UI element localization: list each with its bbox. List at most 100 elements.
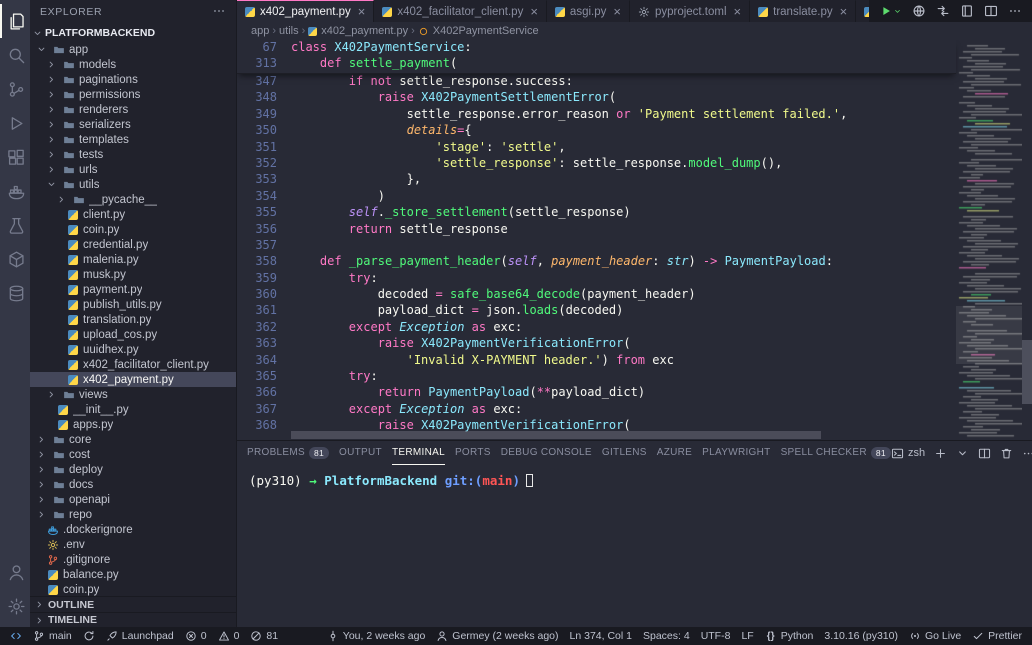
tab-x402-facilitator-client[interactable]: x402_facilitator_client.py× bbox=[374, 0, 547, 22]
sync-status[interactable] bbox=[83, 630, 95, 642]
minimap[interactable] bbox=[956, 40, 1022, 440]
spell-checker-status[interactable]: 81 bbox=[250, 630, 278, 642]
sidebar-more-actions-icon[interactable] bbox=[212, 4, 226, 21]
tree-item-apps-py[interactable]: apps.py bbox=[30, 417, 236, 432]
new-terminal-icon[interactable] bbox=[934, 447, 947, 460]
activity-docker[interactable] bbox=[0, 174, 30, 208]
activity-database[interactable] bbox=[0, 276, 30, 310]
tab-translate[interactable]: translate.py× bbox=[750, 0, 856, 22]
tree-item-translation-py[interactable]: translation.py bbox=[30, 312, 236, 327]
activity-manage[interactable] bbox=[0, 589, 30, 623]
tree-item-openapi[interactable]: openapi bbox=[30, 492, 236, 507]
git-branch-status[interactable]: main bbox=[33, 630, 72, 642]
vertical-scrollbar[interactable] bbox=[1022, 40, 1032, 440]
project-section-header[interactable]: PLATFORMBACKEND bbox=[30, 24, 236, 42]
indentation[interactable]: Spaces: 4 bbox=[643, 630, 690, 642]
activity-explorer[interactable] bbox=[0, 4, 30, 38]
cursor-position[interactable]: Ln 374, Col 1 bbox=[570, 630, 632, 642]
eol[interactable]: LF bbox=[741, 630, 753, 642]
split-editor-icon[interactable] bbox=[984, 4, 998, 18]
remote-indicator[interactable] bbox=[10, 630, 22, 642]
tree-item-coin-py[interactable]: coin.py bbox=[30, 222, 236, 237]
tree-item-dockerignore[interactable]: .dockerignore bbox=[30, 522, 236, 537]
panel-tab-debug-console[interactable]: DEBUG CONSOLE bbox=[501, 441, 592, 465]
terminal-instance-zsh[interactable]: zsh bbox=[891, 447, 925, 460]
close-icon[interactable]: × bbox=[734, 5, 742, 18]
tree-item-app[interactable]: app bbox=[30, 42, 236, 57]
tree-item-paginations[interactable]: paginations bbox=[30, 72, 236, 87]
tree-item-credential-py[interactable]: credential.py bbox=[30, 237, 236, 252]
blame-germey[interactable]: Germey (2 weeks ago) bbox=[436, 630, 558, 642]
breadcrumb-x402paymentservice[interactable]: X402PaymentService bbox=[418, 25, 539, 37]
tree-item-cost[interactable]: cost bbox=[30, 447, 236, 462]
tab-x402-payment[interactable]: x402_payment.py× bbox=[237, 0, 374, 22]
tree-item-urls[interactable]: urls bbox=[30, 162, 236, 177]
python-interpreter[interactable]: 3.10.16 (py310) bbox=[824, 630, 898, 642]
launchpad-status[interactable]: Launchpad bbox=[106, 630, 174, 642]
panel-tab-playwright[interactable]: PLAYWRIGHT bbox=[702, 441, 770, 465]
terminal-profile-chevron-icon[interactable] bbox=[956, 447, 969, 460]
tree-item-deploy[interactable]: deploy bbox=[30, 462, 236, 477]
section-outline[interactable]: OUTLINE bbox=[30, 597, 236, 612]
blame-you[interactable]: You, 2 weeks ago bbox=[327, 630, 426, 642]
tab-asgi[interactable]: asgi.py× bbox=[547, 0, 630, 22]
tree-item-uuidhex-py[interactable]: uuidhex.py bbox=[30, 342, 236, 357]
interactive-window-icon[interactable] bbox=[960, 4, 974, 18]
panel-tab-problems[interactable]: PROBLEMS81 bbox=[247, 441, 329, 465]
panel-tab-spell-checker[interactable]: SPELL CHECKER81 bbox=[781, 441, 891, 465]
tree-item-malenia-py[interactable]: malenia.py bbox=[30, 252, 236, 267]
activity-accounts[interactable] bbox=[0, 555, 30, 589]
panel-tab-azure[interactable]: AZURE bbox=[657, 441, 692, 465]
minimap-slider[interactable] bbox=[956, 306, 1022, 364]
tree-item-renderers[interactable]: renderers bbox=[30, 102, 236, 117]
tree-item-publish-utils-py[interactable]: publish_utils.py bbox=[30, 297, 236, 312]
panel-tab-gitlens[interactable]: GITLENS bbox=[602, 441, 647, 465]
breadcrumb-utils[interactable]: utils bbox=[279, 25, 299, 37]
close-icon[interactable]: × bbox=[840, 5, 848, 18]
run-python-file-button[interactable] bbox=[879, 4, 902, 18]
activity-source-control[interactable] bbox=[0, 72, 30, 106]
split-terminal-icon[interactable] bbox=[978, 447, 991, 460]
section-timeline[interactable]: TIMELINE bbox=[30, 612, 236, 627]
live-preview-icon[interactable] bbox=[912, 4, 926, 18]
horizontal-scrollbar-thumb[interactable] bbox=[291, 431, 821, 439]
activity-extensions[interactable] bbox=[0, 140, 30, 174]
close-icon[interactable]: × bbox=[613, 5, 621, 18]
tree-item-init-py[interactable]: __init__.py bbox=[30, 402, 236, 417]
tree-item-core[interactable]: core bbox=[30, 432, 236, 447]
close-icon[interactable]: × bbox=[358, 5, 366, 18]
tree-item-docs[interactable]: docs bbox=[30, 477, 236, 492]
tab-pyproject[interactable]: pyproject.toml× bbox=[630, 0, 750, 22]
panel-tab-ports[interactable]: PORTS bbox=[455, 441, 491, 465]
activity-search[interactable] bbox=[0, 38, 30, 72]
horizontal-scrollbar[interactable] bbox=[291, 430, 956, 440]
language-mode[interactable]: {}Python bbox=[765, 630, 814, 642]
tree-item-balance-py[interactable]: balance.py bbox=[30, 567, 236, 582]
tree-item-tests[interactable]: tests bbox=[30, 147, 236, 162]
tree-item-utils[interactable]: utils bbox=[30, 177, 236, 192]
warnings-status[interactable]: 0 bbox=[218, 630, 240, 642]
activity-kubernetes[interactable] bbox=[0, 242, 30, 276]
breadcrumb-x402-payment-py[interactable]: x402_payment.py bbox=[308, 25, 408, 37]
tree-item-env[interactable]: .env bbox=[30, 537, 236, 552]
tree-item-client-py[interactable]: client.py bbox=[30, 207, 236, 222]
tree-item-serializers[interactable]: serializers bbox=[30, 117, 236, 132]
panel-tab-output[interactable]: OUTPUT bbox=[339, 441, 382, 465]
tree-item-payment-py[interactable]: payment.py bbox=[30, 282, 236, 297]
tree-item-musk-py[interactable]: musk.py bbox=[30, 267, 236, 282]
tree-item-upload-cos-py[interactable]: upload_cos.py bbox=[30, 327, 236, 342]
code-editor[interactable]: 347 if not settle_response.success:348 r… bbox=[237, 40, 1032, 440]
tree-item-templates[interactable]: templates bbox=[30, 132, 236, 147]
panel-tab-terminal[interactable]: TERMINAL bbox=[392, 441, 445, 465]
tree-item-gitignore[interactable]: .gitignore bbox=[30, 552, 236, 567]
go-live[interactable]: Go Live bbox=[909, 630, 961, 642]
tree-item-coin-py[interactable]: coin.py bbox=[30, 582, 236, 596]
errors-status[interactable]: 0 bbox=[185, 630, 207, 642]
tree-item-pycache[interactable]: __pycache__ bbox=[30, 192, 236, 207]
breadcrumb-app[interactable]: app bbox=[251, 25, 269, 37]
tree-item-repo[interactable]: repo bbox=[30, 507, 236, 522]
encoding[interactable]: UTF-8 bbox=[701, 630, 731, 642]
vertical-scrollbar-thumb[interactable] bbox=[1022, 340, 1032, 404]
activity-run-and-debug[interactable] bbox=[0, 106, 30, 140]
prettier[interactable]: Prettier bbox=[972, 630, 1022, 642]
